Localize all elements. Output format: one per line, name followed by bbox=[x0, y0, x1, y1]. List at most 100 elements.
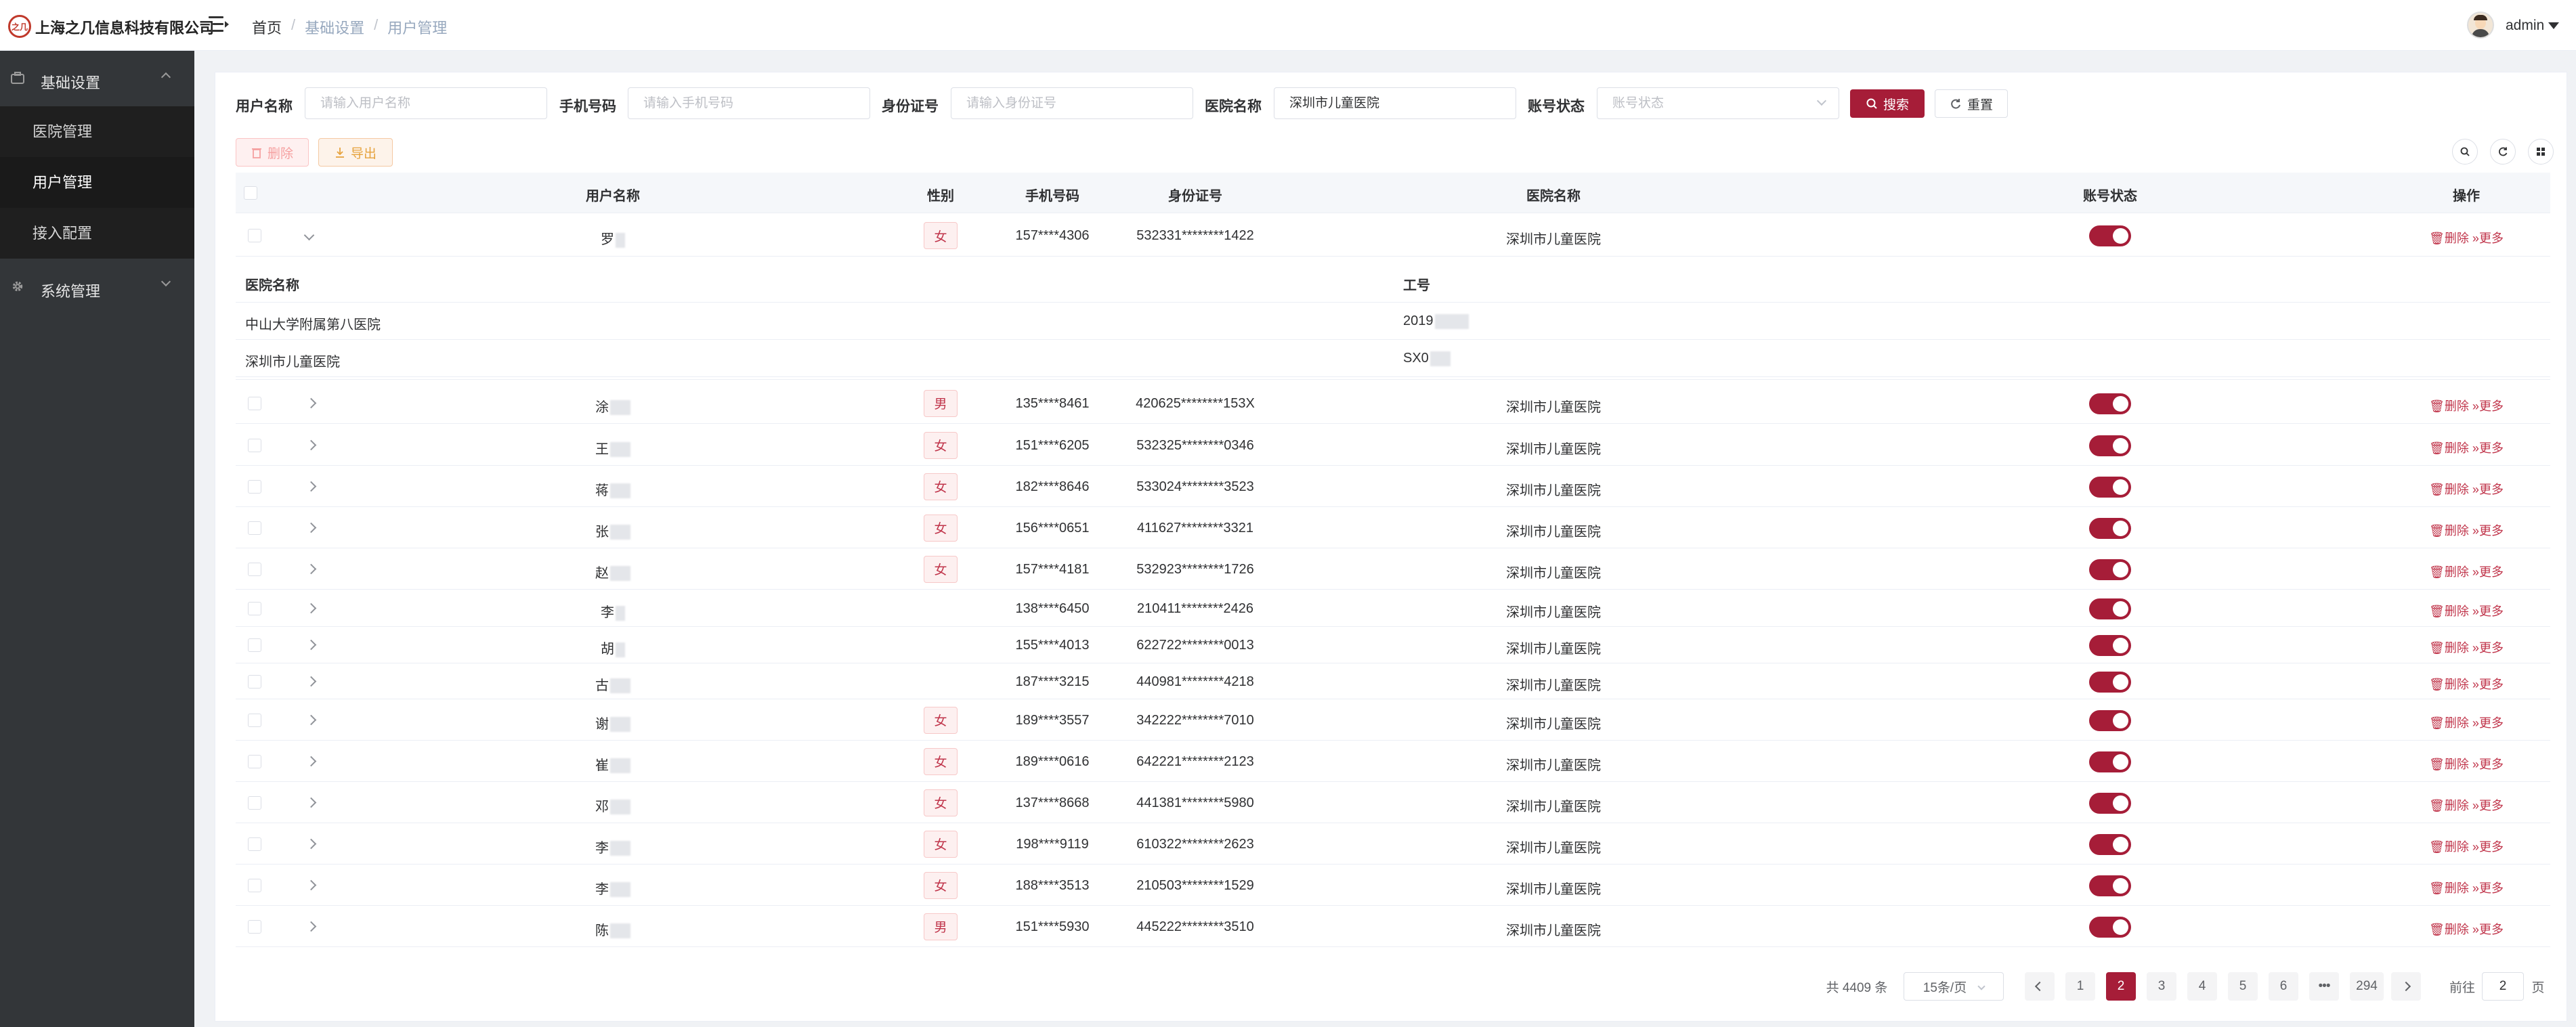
sidebar-item-users[interactable]: 用户管理 bbox=[0, 157, 194, 208]
row-checkbox[interactable] bbox=[248, 837, 261, 851]
chevron-right-icon[interactable] bbox=[305, 397, 317, 408]
status-toggle[interactable] bbox=[2089, 916, 2131, 938]
row-checkbox[interactable] bbox=[248, 919, 261, 934]
page-1[interactable]: 1 bbox=[2065, 972, 2095, 1001]
toggle-search-button[interactable] bbox=[2452, 139, 2478, 165]
row-more-link[interactable]: 更多 bbox=[2479, 758, 2504, 771]
status-toggle[interactable] bbox=[2089, 225, 2131, 246]
row-checkbox[interactable] bbox=[248, 396, 261, 410]
row-delete-link[interactable]: 删除 bbox=[2445, 441, 2469, 455]
row-more-link[interactable]: 更多 bbox=[2479, 923, 2504, 936]
status-toggle[interactable] bbox=[2089, 559, 2131, 580]
chevron-right-icon[interactable] bbox=[305, 714, 317, 725]
row-more-link[interactable]: 更多 bbox=[2479, 641, 2504, 655]
row-checkbox[interactable] bbox=[248, 795, 261, 810]
row-more-link[interactable]: 更多 bbox=[2479, 483, 2504, 496]
phone-input[interactable]: 请输入手机号码 bbox=[628, 87, 870, 119]
row-more-link[interactable]: 更多 bbox=[2479, 840, 2504, 854]
row-more-link[interactable]: 更多 bbox=[2479, 524, 2504, 538]
menu-toggle-icon[interactable] bbox=[209, 15, 229, 34]
status-toggle[interactable] bbox=[2089, 476, 2131, 498]
chevron-right-icon[interactable] bbox=[305, 439, 317, 450]
row-more-link[interactable]: 更多 bbox=[2479, 716, 2504, 730]
status-toggle[interactable] bbox=[2089, 751, 2131, 772]
page-4[interactable]: 4 bbox=[2187, 972, 2217, 1001]
breadcrumb-home[interactable]: 首页 bbox=[252, 16, 282, 38]
row-checkbox[interactable] bbox=[248, 602, 261, 615]
status-toggle[interactable] bbox=[2089, 792, 2131, 814]
sidebar-group-base-settings[interactable]: 基础设置 bbox=[0, 51, 194, 106]
status-toggle[interactable] bbox=[2089, 671, 2131, 693]
row-delete-link[interactable]: 删除 bbox=[2445, 524, 2469, 538]
select-all-checkbox[interactable] bbox=[244, 186, 257, 200]
row-checkbox[interactable] bbox=[248, 229, 261, 242]
row-more-link[interactable]: 更多 bbox=[2479, 881, 2504, 895]
row-checkbox[interactable] bbox=[248, 438, 261, 452]
goto-page-input[interactable]: 2 bbox=[2482, 972, 2524, 1001]
page-3[interactable]: 3 bbox=[2147, 972, 2176, 1001]
chevron-right-icon[interactable] bbox=[305, 639, 317, 651]
chevron-right-icon[interactable] bbox=[305, 838, 317, 849]
row-delete-link[interactable]: 删除 bbox=[2445, 923, 2469, 936]
row-delete-link[interactable]: 删除 bbox=[2445, 716, 2469, 730]
row-checkbox[interactable] bbox=[248, 638, 261, 652]
status-toggle[interactable] bbox=[2089, 709, 2131, 731]
row-checkbox[interactable] bbox=[248, 674, 261, 689]
row-delete-link[interactable]: 删除 bbox=[2445, 399, 2469, 413]
chevron-right-icon[interactable] bbox=[305, 522, 317, 533]
sidebar-item-hospital[interactable]: 医院管理 bbox=[0, 106, 194, 157]
page-5[interactable]: 5 bbox=[2228, 972, 2258, 1001]
chevron-right-icon[interactable] bbox=[305, 756, 317, 766]
row-more-link[interactable]: 更多 bbox=[2479, 232, 2504, 245]
chevron-right-icon[interactable] bbox=[305, 603, 317, 614]
hospital-input[interactable]: 深圳市儿童医院 bbox=[1274, 87, 1516, 119]
status-toggle[interactable] bbox=[2089, 875, 2131, 896]
idcard-input[interactable]: 请输入身份证号 bbox=[951, 87, 1193, 119]
status-toggle[interactable] bbox=[2089, 598, 2131, 619]
row-checkbox[interactable] bbox=[248, 713, 261, 727]
batch-delete-button[interactable]: 删除 bbox=[236, 138, 309, 167]
row-more-link[interactable]: 更多 bbox=[2479, 441, 2504, 455]
chevron-down-icon[interactable] bbox=[303, 230, 315, 241]
chevron-right-icon[interactable] bbox=[305, 921, 317, 932]
chevron-right-icon[interactable] bbox=[305, 879, 317, 890]
page-ellipsis[interactable]: ••• bbox=[2309, 972, 2339, 1001]
row-more-link[interactable]: 更多 bbox=[2479, 565, 2504, 579]
chevron-right-icon[interactable] bbox=[305, 481, 317, 491]
user-menu[interactable]: admin bbox=[2506, 18, 2560, 34]
row-delete-link[interactable]: 删除 bbox=[2445, 483, 2469, 496]
row-more-link[interactable]: 更多 bbox=[2479, 399, 2504, 413]
next-page-button[interactable] bbox=[2391, 972, 2421, 1001]
avatar[interactable] bbox=[2467, 12, 2494, 39]
export-button[interactable]: 导出 bbox=[318, 138, 393, 167]
row-delete-link[interactable]: 删除 bbox=[2445, 758, 2469, 771]
row-checkbox[interactable] bbox=[248, 521, 261, 535]
row-more-link[interactable]: 更多 bbox=[2479, 678, 2504, 691]
username-input[interactable]: 请输入用户名称 bbox=[305, 87, 547, 119]
row-checkbox[interactable] bbox=[248, 479, 261, 494]
sidebar-item-access-config[interactable]: 接入配置 bbox=[0, 208, 194, 259]
sidebar-group-system[interactable]: 系统管理 bbox=[0, 259, 194, 315]
row-delete-link[interactable]: 删除 bbox=[2445, 840, 2469, 854]
page-6[interactable]: 6 bbox=[2269, 972, 2298, 1001]
status-toggle[interactable] bbox=[2089, 833, 2131, 855]
row-delete-link[interactable]: 删除 bbox=[2445, 799, 2469, 812]
reset-button[interactable]: 重置 bbox=[1935, 89, 2008, 118]
row-delete-link[interactable]: 删除 bbox=[2445, 641, 2469, 655]
page-2[interactable]: 2 bbox=[2106, 972, 2136, 1001]
row-delete-link[interactable]: 删除 bbox=[2445, 678, 2469, 691]
breadcrumb-base-settings[interactable]: 基础设置 bbox=[305, 16, 364, 38]
row-delete-link[interactable]: 删除 bbox=[2445, 565, 2469, 579]
status-toggle[interactable] bbox=[2089, 517, 2131, 539]
chevron-right-icon[interactable] bbox=[305, 563, 317, 574]
status-toggle[interactable] bbox=[2089, 435, 2131, 456]
page-last[interactable]: 294 bbox=[2350, 972, 2384, 1001]
prev-page-button[interactable] bbox=[2025, 972, 2055, 1001]
row-checkbox[interactable] bbox=[248, 754, 261, 768]
status-toggle[interactable] bbox=[2089, 635, 2131, 656]
search-button[interactable]: 搜索 bbox=[1850, 89, 1925, 118]
row-more-link[interactable]: 更多 bbox=[2479, 799, 2504, 812]
row-delete-link[interactable]: 删除 bbox=[2445, 881, 2469, 895]
row-more-link[interactable]: 更多 bbox=[2479, 605, 2504, 618]
row-delete-link[interactable]: 删除 bbox=[2445, 605, 2469, 618]
